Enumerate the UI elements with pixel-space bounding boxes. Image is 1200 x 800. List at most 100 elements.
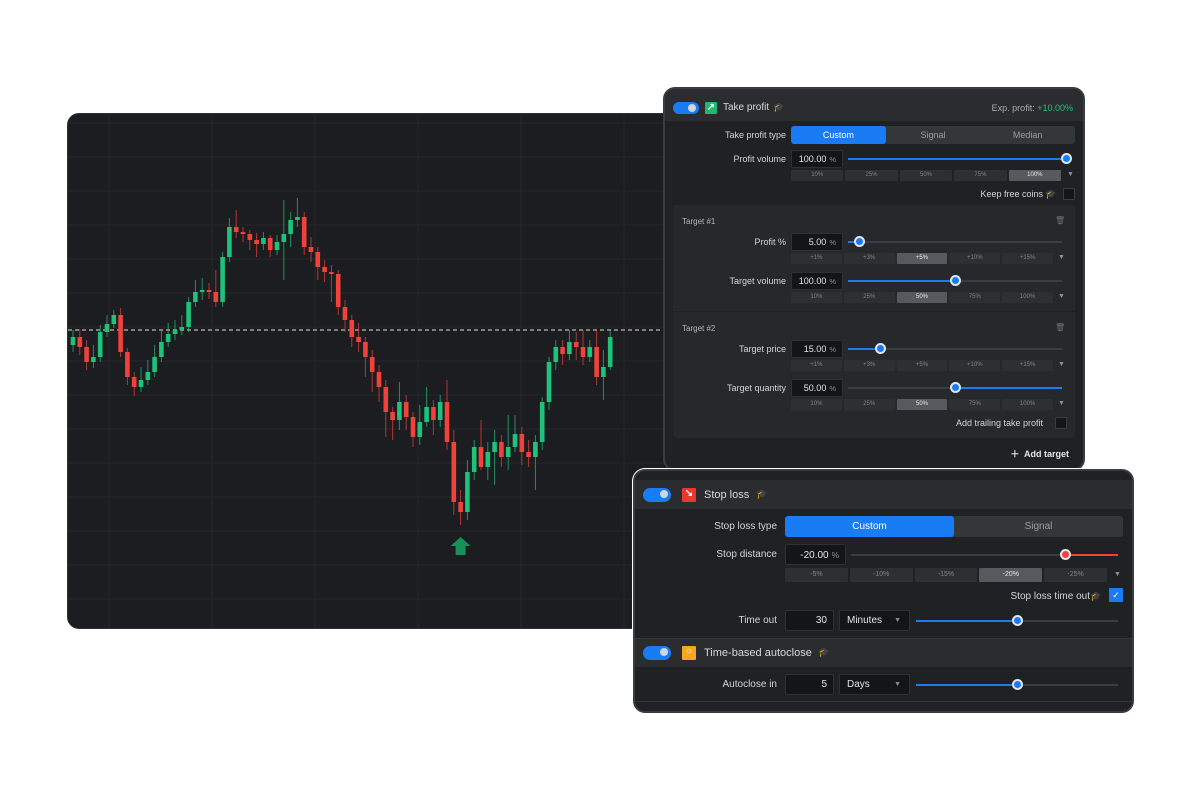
keep-free-coins-checkbox[interactable] [1063,188,1075,200]
autoclose-toggle[interactable] [643,646,671,660]
stop-loss-timeout-checkbox[interactable]: ✓ [1109,588,1123,602]
candle-body [594,347,599,377]
candle-body [573,342,579,347]
autoclose-slider[interactable] [916,679,1118,690]
trash-icon[interactable]: 🗑 [1055,216,1065,225]
trash-icon[interactable]: 🗑 [1055,323,1065,332]
preset-button[interactable]: +10% [949,360,1001,371]
preset-button[interactable]: 25% [843,292,895,303]
target-row2-input[interactable]: 50.00% [791,379,843,397]
preset-button[interactable]: 100% [1002,399,1053,410]
graduation-cap-icon[interactable]: 🎓 [773,102,784,113]
candle-body [247,234,253,240]
preset-button[interactable]: +1% [791,360,842,371]
candle-body [220,257,225,302]
chevron-down-icon[interactable]: ▼ [1058,400,1065,407]
type-option-custom[interactable]: Custom [791,126,886,144]
graduation-cap-icon[interactable]: 🎓 [1045,189,1056,200]
type-option-median[interactable]: Median [980,126,1075,144]
slider-thumb[interactable] [950,382,961,393]
preset-button[interactable]: +15% [1002,253,1053,264]
slider-thumb[interactable] [1012,615,1023,626]
preset-button[interactable]: -5% [785,568,848,582]
preset-button[interactable]: 100% [1008,170,1062,181]
chevron-down-icon[interactable]: ▼ [1058,361,1065,368]
slider-thumb[interactable] [1012,679,1023,690]
timeout-input[interactable]: 30 [785,610,834,631]
preset-button[interactable]: 75% [949,292,1001,303]
chevron-down-icon[interactable]: ▼ [1058,293,1065,300]
graduation-cap-icon[interactable]: 🎓 [1090,591,1101,602]
candle-body [478,447,484,467]
stop-loss-toggle[interactable] [643,488,671,502]
graduation-cap-icon[interactable]: 🎓 [818,647,829,658]
target-row2-input[interactable]: 100.00% [791,272,843,290]
slider-thumb[interactable] [950,275,961,286]
arrow-down-right-icon: ↘ [682,488,696,502]
stop-loss-type-label: Stop loss type [714,521,777,532]
candle-body [519,434,525,452]
preset-button[interactable]: 50% [896,292,948,303]
preset-button[interactable]: 25% [843,399,895,410]
preset-button[interactable]: 10% [791,399,842,410]
candlestick-chart[interactable] [67,113,707,629]
stop-distance-input[interactable]: -20.00% [785,544,846,565]
preset-button[interactable]: -20% [979,568,1043,582]
target-row2-label: Target quantity [726,383,786,393]
exp-profit-value: +10.00% [1037,103,1073,113]
candle-body [233,227,239,232]
timeout-slider[interactable] [916,615,1118,626]
preset-button[interactable]: +15% [1002,360,1053,371]
trailing-take-profit-checkbox[interactable] [1055,417,1067,429]
target-row1-input[interactable]: 15.00% [791,340,843,358]
candle-body [492,442,497,452]
chevron-down-icon[interactable]: ▼ [1114,571,1121,578]
target-row2-slider[interactable] [848,382,1062,393]
preset-button[interactable]: 75% [954,170,1007,181]
candle-body [261,238,266,244]
preset-button[interactable]: -15% [914,568,978,582]
preset-button[interactable]: +5% [896,253,948,264]
preset-button[interactable]: +1% [791,253,842,264]
type-option-signal[interactable]: Signal [886,126,981,144]
preset-button[interactable]: -10% [849,568,913,582]
profit-volume-input[interactable]: 100.00% [791,150,843,168]
target-row1-slider[interactable] [848,343,1062,354]
target-row1-slider[interactable] [848,236,1062,247]
timeout-unit-select[interactable]: Minutes ▼ [839,610,910,631]
slider-thumb[interactable] [1059,549,1071,560]
preset-button[interactable]: 100% [1002,292,1053,303]
slider-fill [848,158,1066,160]
target-row1-input[interactable]: 5.00% [791,233,843,251]
target-row2-slider[interactable] [848,275,1062,286]
preset-button[interactable]: 10% [791,170,844,181]
chevron-down-icon[interactable]: ▼ [1067,171,1074,178]
chevron-down-icon[interactable]: ▼ [1058,254,1065,261]
type-option-custom[interactable]: Custom [785,516,954,537]
preset-button[interactable]: +10% [949,253,1001,264]
stop-loss-type-selector: Custom Signal [785,516,1123,537]
profit-volume-slider[interactable] [848,153,1072,164]
take-profit-toggle[interactable] [673,102,699,114]
candle-body [186,302,191,327]
preset-button[interactable]: 10% [791,292,842,303]
preset-button[interactable]: +3% [843,360,895,371]
divider [673,311,1075,312]
preset-button[interactable]: 50% [896,399,948,410]
candle-body [376,372,382,387]
preset-button[interactable]: -25% [1044,568,1107,582]
type-option-signal[interactable]: Signal [954,516,1123,537]
preset-button[interactable]: 25% [845,170,898,181]
slider-thumb[interactable] [853,236,865,247]
preset-button[interactable]: 50% [899,170,953,181]
add-target-button[interactable]: ＋ Add target [1010,447,1069,460]
graduation-cap-icon[interactable]: 🎓 [756,489,767,500]
slider-thumb[interactable] [1061,153,1072,164]
preset-button[interactable]: +5% [896,360,948,371]
autoclose-input[interactable]: 5 [785,674,834,695]
preset-button[interactable]: 75% [949,399,1001,410]
autoclose-unit-select[interactable]: Days ▼ [839,674,910,695]
preset-button[interactable]: +3% [843,253,895,264]
stop-distance-slider[interactable] [851,549,1118,560]
candle-body [335,274,341,307]
